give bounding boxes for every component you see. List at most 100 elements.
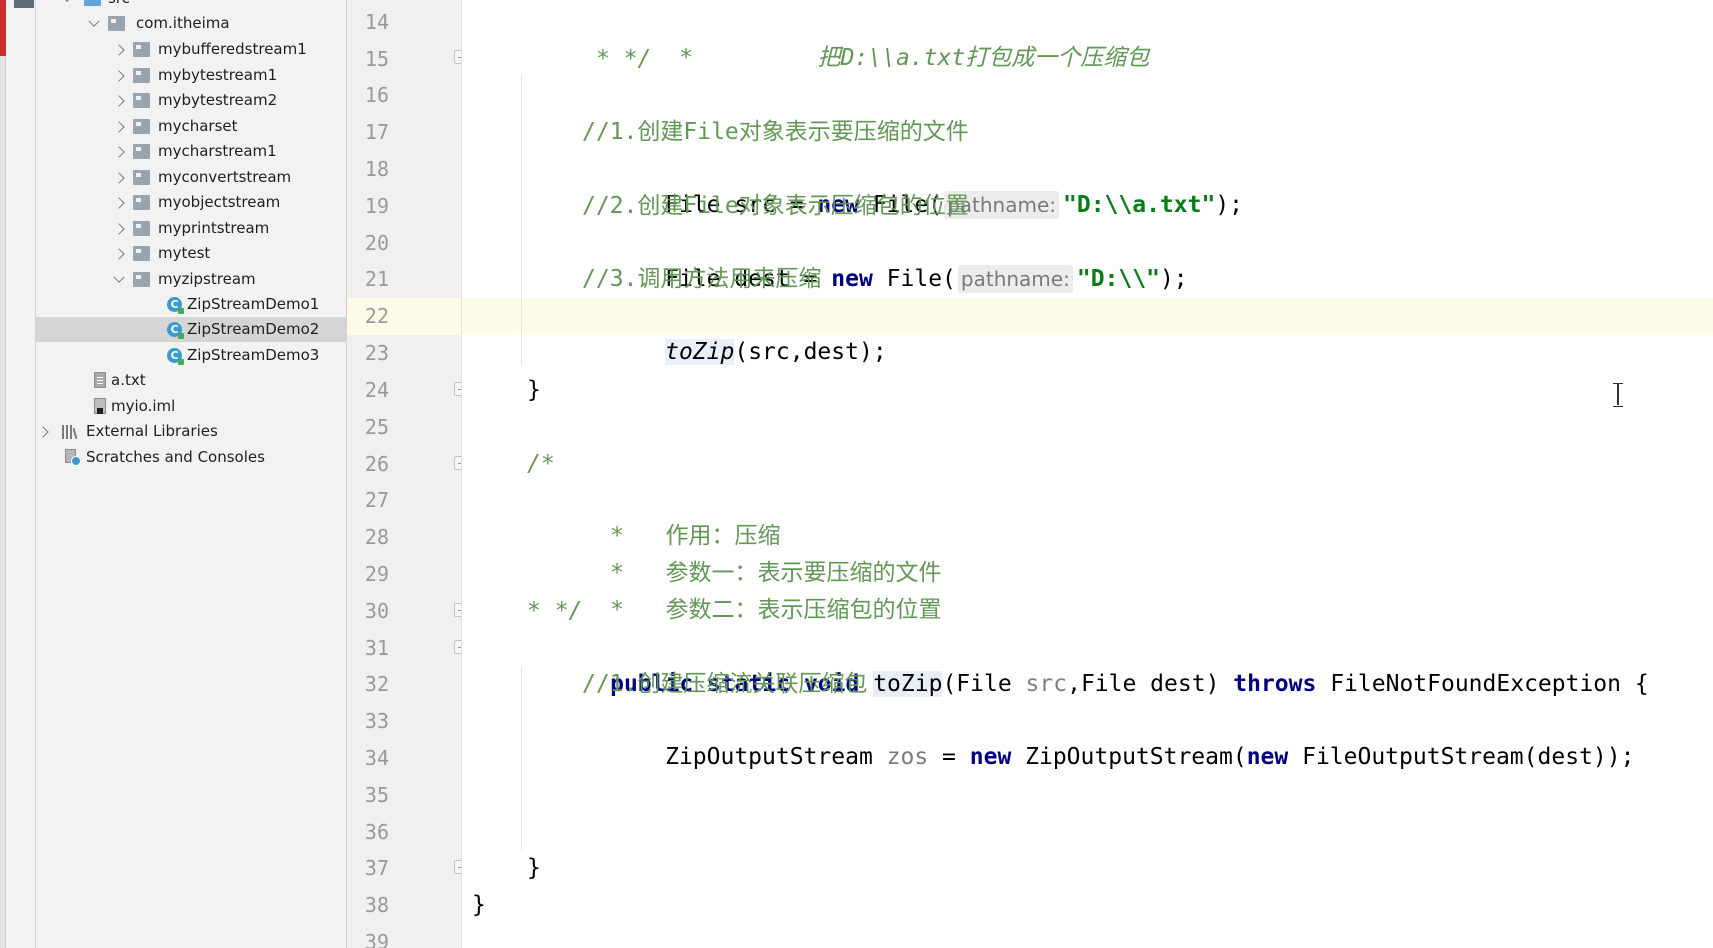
line-number-current: 22 <box>364 304 389 328</box>
line-number: 29 <box>364 562 389 586</box>
string-token: "D:\\" <box>1076 266 1160 292</box>
java-class-icon: C <box>167 297 184 314</box>
fold-end-marker[interactable] <box>454 382 461 396</box>
line-number: 35 <box>364 783 389 807</box>
tree-item-label: ZipStreamDemo1 <box>187 295 320 313</box>
fold-start-marker[interactable] <box>454 456 461 470</box>
method-name-token[interactable]: toZip <box>873 671 943 697</box>
scratches-icon <box>64 449 81 466</box>
comment-token: 把D:\\a.txt打包成一个压缩包 <box>817 45 1150 71</box>
chevron-right-icon[interactable] <box>113 223 125 235</box>
code-token: ); <box>1215 192 1244 218</box>
line-number: 38 <box>364 893 389 917</box>
chevron-down-icon[interactable] <box>88 15 100 30</box>
package-icon <box>133 68 150 83</box>
chevron-right-icon[interactable] <box>113 70 125 82</box>
fold-end-marker[interactable] <box>454 603 461 617</box>
tree-item-label: mytest <box>158 244 211 262</box>
tree-item-label: Scratches and Consoles <box>86 448 265 466</box>
package-icon <box>108 16 125 31</box>
tree-item-src[interactable]: src <box>36 0 346 11</box>
chevron-right-icon[interactable] <box>113 121 125 133</box>
code-token: FileNotFoundException { <box>1316 671 1649 697</box>
tree-item-mybytestream2[interactable]: mybytestream2 <box>36 88 346 113</box>
chevron-down-icon[interactable] <box>61 0 73 5</box>
code-line-22: toZip(src,dest); <box>582 298 887 365</box>
code-token: ZipOutputStream <box>665 744 887 770</box>
library-icon <box>62 425 79 440</box>
chevron-right-icon[interactable] <box>113 146 125 158</box>
keyword-token: throws <box>1233 671 1317 697</box>
package-icon <box>133 119 150 134</box>
java-class-icon: C <box>167 348 184 365</box>
code-editor[interactable]: * 把D:\\a.txt打包成一个压缩包 * */ //1.创建File对象表示… <box>462 0 1713 948</box>
line-number: 25 <box>364 415 389 439</box>
tree-item-mybufferedstream1[interactable]: mybufferedstream1 <box>36 37 346 62</box>
package-icon <box>133 221 150 236</box>
tree-item-zipstreamdemo2[interactable]: C ZipStreamDemo2 <box>36 317 346 342</box>
chevron-right-icon[interactable] <box>113 197 125 209</box>
package-icon <box>133 144 150 159</box>
line-number: 36 <box>364 820 389 844</box>
tree-item-mycharstream1[interactable]: mycharstream1 <box>36 139 346 164</box>
tree-item-a-txt[interactable]: a.txt <box>36 368 346 393</box>
tool-tab-marker[interactable] <box>14 0 34 8</box>
tree-item-myprintstream[interactable]: myprintstream <box>36 216 346 241</box>
chevron-right-icon[interactable] <box>113 248 125 260</box>
code-line-15: * */ <box>596 46 652 72</box>
package-icon <box>133 42 150 57</box>
fold-end-marker[interactable] <box>454 860 461 874</box>
chevron-right-icon[interactable] <box>113 44 125 56</box>
editor-gutter: 14 15 16 17 18 19 20 21 22 23 24 25 26 2… <box>347 0 462 948</box>
line-number: 17 <box>364 120 389 144</box>
tree-item-mycharset[interactable]: mycharset <box>36 114 346 139</box>
code-token: ZipOutputStream( <box>1011 744 1247 770</box>
tree-item-scratches-and-consoles[interactable]: Scratches and Consoles <box>36 445 346 470</box>
code-line-30: * */ <box>527 598 583 624</box>
tree-item-label: myprintstream <box>158 219 270 237</box>
unused-variable-token: zos <box>886 744 929 770</box>
fold-end-marker[interactable] <box>454 50 461 64</box>
code-line-20: File dest = new File(pathname: "D:\\"); <box>582 225 1188 293</box>
code-line-37: } <box>527 855 541 881</box>
tree-item-label: mybufferedstream1 <box>158 40 307 58</box>
line-number: 27 <box>364 488 389 512</box>
tree-item-myconvertstream[interactable]: myconvertstream <box>36 165 346 190</box>
package-icon <box>133 246 150 261</box>
tree-item-com-itheima[interactable]: com.itheima <box>36 11 346 36</box>
code-token: File( <box>872 266 956 292</box>
package-icon <box>133 170 150 185</box>
line-number: 14 <box>364 10 389 34</box>
code-token: ); <box>1159 266 1188 292</box>
line-number: 31 <box>364 636 389 660</box>
java-class-icon: C <box>167 322 184 339</box>
method-call-token[interactable]: toZip <box>665 339 735 365</box>
tree-item-label: mycharset <box>158 117 238 135</box>
code-token: = <box>928 744 970 770</box>
fold-start-marker[interactable] <box>454 640 461 654</box>
line-number: 19 <box>364 194 389 218</box>
line-number: 39 <box>364 930 389 948</box>
tree-item-myzipstream[interactable]: myzipstream <box>36 267 346 292</box>
code-line-27: * 作用：压缩 <box>527 482 780 549</box>
tree-item-myio-iml[interactable]: myio.iml <box>36 394 346 419</box>
code-token: (src,dest); <box>734 339 887 365</box>
chevron-down-icon[interactable] <box>113 271 125 286</box>
tree-item-label: ZipStreamDemo2 <box>187 320 320 338</box>
chevron-right-icon[interactable] <box>113 172 125 184</box>
chevron-right-icon[interactable] <box>113 95 125 107</box>
package-icon <box>133 93 150 108</box>
comment-token: 参数二：表示压缩包的位置 <box>665 597 942 623</box>
chevron-right-icon[interactable] <box>37 426 49 438</box>
tree-item-mybytestream1[interactable]: mybytestream1 <box>36 63 346 88</box>
keyword-token: new <box>1246 744 1289 770</box>
tree-item-myobjectstream[interactable]: myobjectstream <box>36 190 346 215</box>
tree-item-external-libraries[interactable]: External Libraries <box>36 419 346 444</box>
tree-item-zipstreamdemo3[interactable]: C ZipStreamDemo3 <box>36 343 346 368</box>
tree-item-label: mybytestream1 <box>158 66 278 84</box>
tree-item-zipstreamdemo1[interactable]: C ZipStreamDemo1 <box>36 292 346 317</box>
tree-item-mytest[interactable]: mytest <box>36 241 346 266</box>
package-icon <box>133 272 150 287</box>
comment-token: * <box>610 597 624 623</box>
line-number: 32 <box>364 672 389 696</box>
